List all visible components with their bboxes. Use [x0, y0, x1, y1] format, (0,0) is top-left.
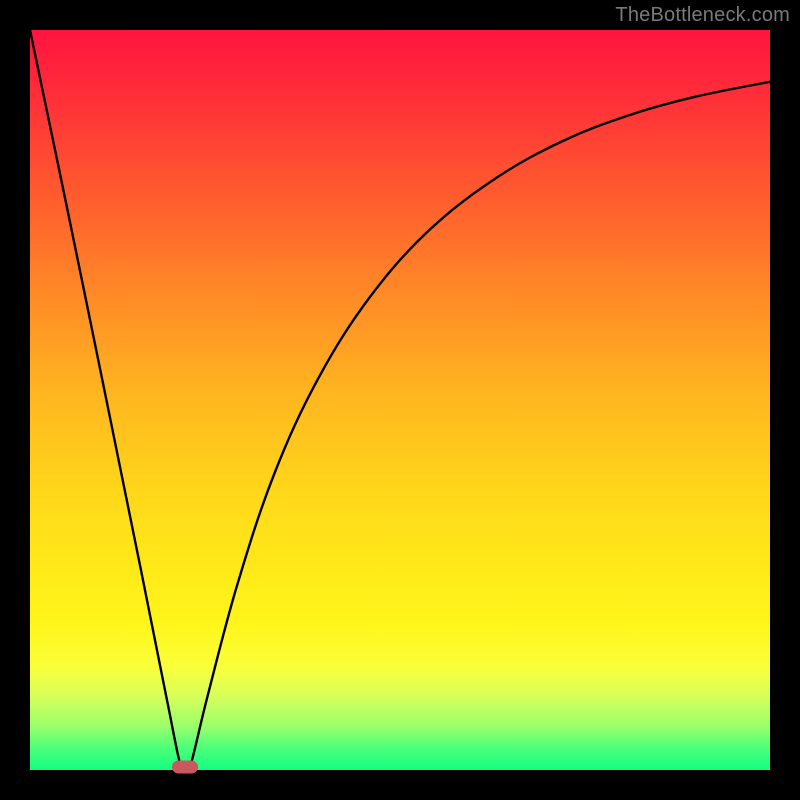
curve-svg: [30, 30, 770, 770]
plot-area: [30, 30, 770, 770]
optimum-marker: [172, 761, 198, 774]
bottleneck-curve: [30, 30, 770, 770]
chart-frame: TheBottleneck.com: [0, 0, 800, 800]
watermark-text: TheBottleneck.com: [615, 4, 790, 27]
